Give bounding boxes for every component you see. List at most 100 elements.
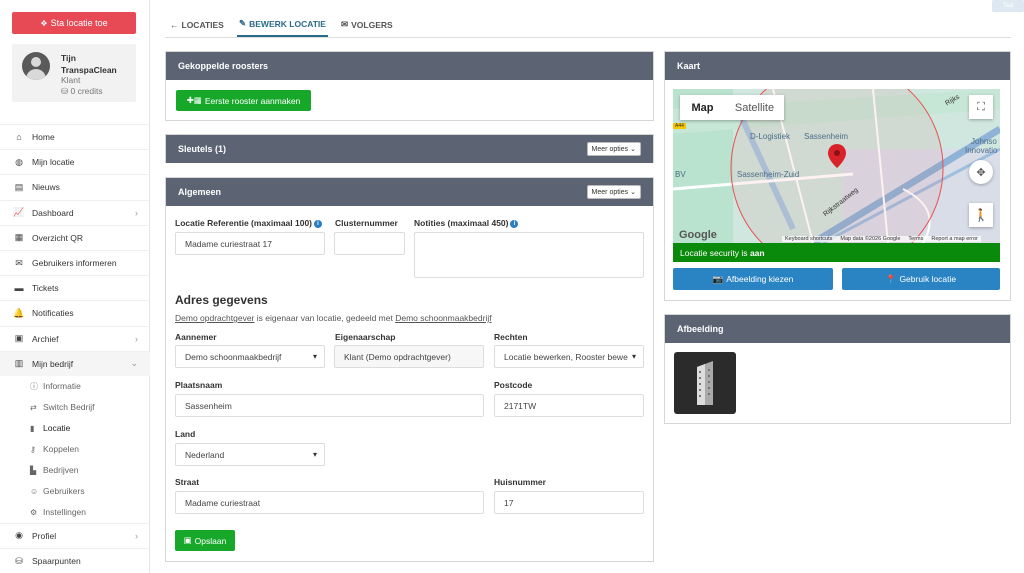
postcode-input[interactable]: 2171TW bbox=[494, 394, 644, 417]
google-logo: Google bbox=[679, 229, 717, 241]
language-button[interactable]: Taal bbox=[992, 0, 1024, 12]
profile-card[interactable]: Tijn TranspaClean Klant ⛁ 0 credits bbox=[12, 44, 136, 102]
sidebar-item-profiel[interactable]: ◉ Profiel › bbox=[0, 522, 150, 548]
sidebar-subitem-switch-bedrijf[interactable]: ⇄ Switch Bedrijf bbox=[0, 397, 150, 418]
profile-credits-label: 0 credits bbox=[70, 86, 103, 96]
map-data-text: Map data ©2026 Google bbox=[840, 236, 901, 242]
keyboard-shortcuts-link[interactable]: Keyboard shortcuts bbox=[785, 236, 832, 242]
ref-label-text: Locatie Referentie (maximaal 100) bbox=[175, 218, 313, 228]
info-icon[interactable]: i bbox=[314, 219, 323, 228]
move-icon: ✥ bbox=[976, 166, 986, 179]
use-location-button[interactable]: 📍 Gebruik locatie bbox=[842, 268, 1000, 290]
roosters-header: Gekoppelde roosters bbox=[166, 52, 653, 80]
sidebar-item-gebruikers-informeren[interactable]: ✉ Gebruikers informeren bbox=[0, 249, 150, 275]
add-location-button[interactable]: ❖ Sta locatie toe bbox=[12, 12, 136, 34]
map-label-dlogistiek: D-Logistiek bbox=[750, 132, 791, 141]
profile-role: Klant bbox=[61, 75, 81, 85]
arrow-left-icon: ← bbox=[170, 19, 179, 30]
notities-label: Notities (maximaal 450) i bbox=[414, 218, 519, 228]
info-icon: ⓘ bbox=[30, 381, 38, 391]
sidebar-item-label: Home bbox=[32, 132, 55, 143]
eigenaar-label: Eigenaarschap bbox=[335, 332, 396, 342]
route-badge: A44 bbox=[673, 123, 686, 129]
panel-title: Afbeelding bbox=[677, 324, 724, 334]
sidebar-subitem-bedrijven[interactable]: ▙ Bedrijven bbox=[0, 460, 150, 481]
sidebar-item-label: Dashboard bbox=[32, 207, 74, 218]
sidebar-subitem-informatie[interactable]: ⓘ Informatie bbox=[0, 376, 150, 397]
shared-link[interactable]: Demo schoonmaakbedrijf bbox=[395, 313, 491, 323]
sidebar: ❖ Sta locatie toe Tijn TranspaClean Klan… bbox=[0, 0, 150, 573]
sidebar-subitem-instellingen[interactable]: ⚙ Instellingen bbox=[0, 502, 150, 523]
location-image[interactable] bbox=[674, 352, 736, 414]
switch-icon: ⇄ bbox=[30, 402, 37, 412]
sidebar-item-notificaties[interactable]: 🔔 Notificaties bbox=[0, 300, 150, 325]
ref-input[interactable]: Madame curiestraat 17 bbox=[175, 232, 325, 255]
straat-input[interactable]: Madame curiestraat bbox=[175, 491, 484, 514]
sidebar-item-label: Notificaties bbox=[32, 308, 74, 319]
pegman-button[interactable]: 🚶 bbox=[969, 203, 993, 227]
sidebar-subitem-label: Gebruikers bbox=[43, 486, 85, 497]
satellite-tab[interactable]: Satellite bbox=[725, 95, 784, 120]
sidebar-item-mijn-locatie[interactable]: ◍ Mijn locatie bbox=[0, 149, 150, 174]
sidebar-item-archief[interactable]: ▣ Archief › bbox=[0, 325, 150, 351]
land-select[interactable]: Nederland bbox=[175, 443, 325, 466]
sidebar-item-label: Spaarpunten bbox=[32, 556, 81, 567]
map-label-sassenheim: Sassenheim bbox=[804, 132, 849, 141]
sidebar-subitem-locatie[interactable]: ▮ Locatie bbox=[0, 418, 150, 439]
postcode-label: Postcode bbox=[494, 380, 533, 390]
terms-link[interactable]: Terms bbox=[908, 236, 923, 242]
sleutels-header: Sleutels (1) Meer opties ⌄ bbox=[166, 135, 653, 163]
plaats-input[interactable]: Sassenheim bbox=[175, 394, 484, 417]
map-label-johnson: Johnso bbox=[971, 137, 997, 146]
aannemer-select[interactable]: Demo schoonmaakbedrijf bbox=[175, 345, 325, 368]
tab-volgers[interactable]: ✉ VOLGERS bbox=[341, 12, 393, 37]
sidebar-item-spaarpunten[interactable]: ⛁ Spaarpunten bbox=[0, 548, 150, 573]
report-error-link[interactable]: Report a map error bbox=[931, 236, 977, 242]
avatar bbox=[22, 52, 50, 80]
tab-bewerk-locatie[interactable]: ✎ BEWERK LOCATIE bbox=[237, 12, 328, 37]
cluster-input[interactable] bbox=[334, 232, 405, 255]
sidebar-item-dashboard[interactable]: 📈 Dashboard › bbox=[0, 199, 150, 225]
sidebar-item-tickets[interactable]: ▬ Tickets bbox=[0, 275, 150, 300]
sidebar-item-mijn-bedrijf[interactable]: ▥ Mijn bedrijf ⌄ bbox=[0, 350, 150, 376]
sidebar-item-label: Profiel bbox=[32, 530, 57, 541]
sidebar-subitem-label: Instellingen bbox=[43, 507, 87, 518]
map-type-control: Map Satellite bbox=[680, 95, 784, 120]
sleutels-more-options-button[interactable]: Meer opties ⌄ bbox=[586, 142, 641, 156]
sidebar-item-home[interactable]: ⌂ Home bbox=[0, 124, 150, 149]
tab-locaties[interactable]: ← LOCATIES bbox=[170, 12, 224, 37]
qr-icon: ▦ bbox=[14, 232, 24, 243]
afbeelding-header: Afbeelding bbox=[665, 315, 1010, 343]
map-tab[interactable]: Map bbox=[680, 95, 725, 120]
comment-icon: ▬ bbox=[14, 283, 24, 294]
sidebar-subitem-gebruikers[interactable]: ☺ Gebruikers bbox=[0, 481, 150, 502]
floppy-icon: ▣ bbox=[183, 535, 192, 545]
sidebar-item-label: Gebruikers informeren bbox=[32, 258, 117, 269]
sidebar-item-nieuws[interactable]: ▤ Nieuws bbox=[0, 174, 150, 199]
ref-value: Madame curiestraat 17 bbox=[185, 238, 272, 249]
create-rooster-button[interactable]: ✚▦ Eerste rooster aanmaken bbox=[176, 90, 311, 111]
sidebar-item-overzicht-qr[interactable]: ▦ Overzicht QR bbox=[0, 224, 150, 250]
profile-credits: ⛁ 0 credits bbox=[61, 86, 103, 97]
chart-icon: 📈 bbox=[13, 207, 25, 218]
fullscreen-icon: ⛶ bbox=[977, 100, 985, 113]
choose-image-button[interactable]: 📷 Afbeelding kiezen bbox=[673, 268, 833, 290]
info-icon[interactable]: i bbox=[510, 219, 519, 228]
sidebar-subitem-label: Switch Bedrijf bbox=[43, 402, 95, 413]
huis-input[interactable]: 17 bbox=[494, 491, 644, 514]
rechten-select[interactable]: Locatie bewerken, Rooster bewe bbox=[494, 345, 644, 368]
sidebar-nav: ⌂ Home ◍ Mijn locatie ▤ Nieuws 📈 Dashboard › … bbox=[0, 124, 150, 573]
save-button[interactable]: ▣ Opslaan bbox=[175, 530, 235, 551]
eigenaar-select[interactable]: Klant (Demo opdrachtgever) bbox=[334, 345, 484, 368]
map[interactable]: Map Satellite ⛶ ✥ 🚶 A44 D-Logistiek Sass… bbox=[673, 89, 1000, 243]
sidebar-subitem-koppelen[interactable]: ⚷ Koppelen bbox=[0, 439, 150, 460]
plus-diamond-icon: ❖ bbox=[40, 18, 48, 28]
rechten-value: Locatie bewerken, Rooster bewe bbox=[504, 351, 628, 362]
algemeen-more-options-button[interactable]: Meer opties ⌄ bbox=[586, 185, 641, 199]
tab-bar: ← LOCATIES ✎ BEWERK LOCATIE ✉ VOLGERS bbox=[165, 12, 1011, 38]
owner-link[interactable]: Demo opdrachtgever bbox=[175, 313, 254, 323]
aannemer-label: Aannemer bbox=[175, 332, 217, 342]
pan-control[interactable]: ✥ bbox=[969, 160, 993, 184]
notities-textarea[interactable] bbox=[414, 232, 644, 278]
fullscreen-button[interactable]: ⛶ bbox=[969, 95, 993, 119]
